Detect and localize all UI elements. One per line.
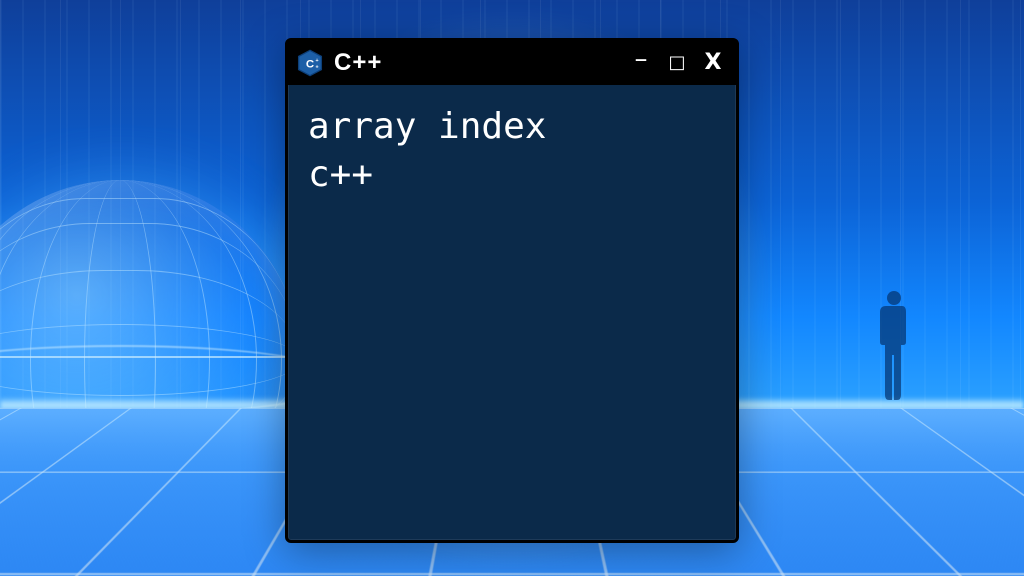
maximize-button[interactable]: □ [664,54,690,72]
silhouette-person [872,288,914,408]
cpp-icon: C + + [296,49,324,77]
terminal-window: C + + C++ – □ X array index c++ [285,38,739,543]
body-line-1: array index [308,103,716,151]
window-titlebar[interactable]: C + + C++ – □ X [288,41,736,85]
svg-text:+: + [315,64,318,70]
window-title: C++ [334,49,382,77]
close-button[interactable]: X [700,52,726,74]
window-client-area: array index c++ [288,85,736,540]
svg-text:C: C [306,58,314,70]
minimize-button[interactable]: – [628,46,654,72]
body-line-2: c++ [308,151,716,199]
svg-text:+: + [315,58,318,64]
scene-root: C + + C++ – □ X array index c++ [0,0,1024,576]
